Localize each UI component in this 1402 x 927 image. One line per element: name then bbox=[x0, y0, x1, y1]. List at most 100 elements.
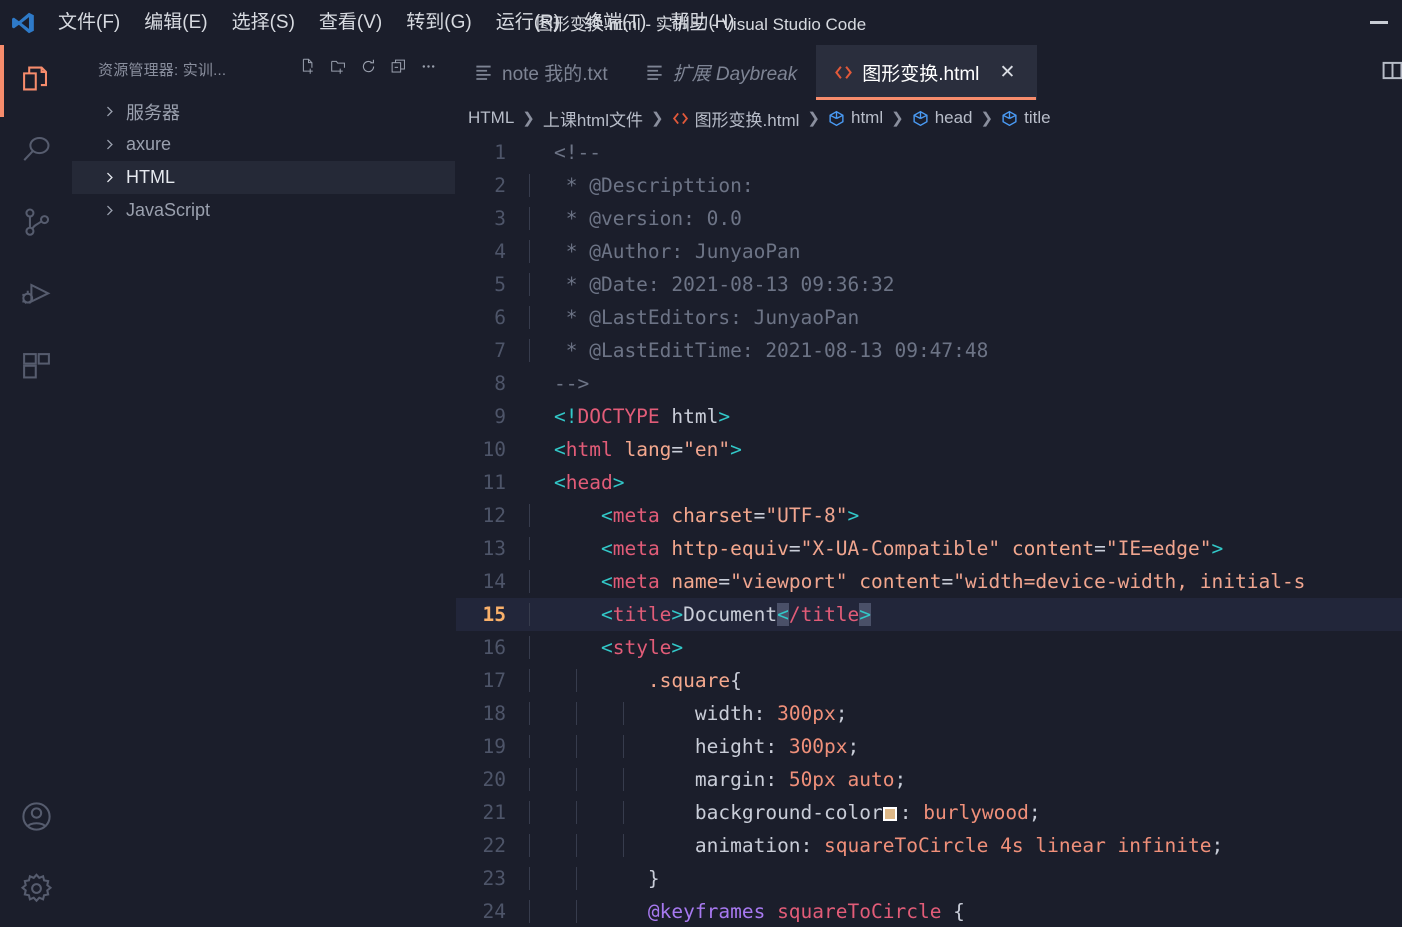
chevron-right-icon bbox=[98, 171, 120, 184]
line-number: 3 bbox=[494, 207, 506, 230]
new-file-icon bbox=[300, 58, 317, 80]
indent-guide bbox=[529, 174, 530, 197]
breadcrumb-item-html[interactable]: HTML bbox=[468, 108, 514, 128]
indent-guide bbox=[529, 240, 530, 263]
code-line[interactable]: 10 <html lang="en"> bbox=[456, 433, 1402, 466]
chevron-right-icon bbox=[98, 204, 120, 217]
code-token: < bbox=[600, 537, 613, 560]
new-file-button[interactable] bbox=[295, 56, 321, 82]
line-number: 23 bbox=[482, 867, 506, 890]
code-token: name bbox=[659, 570, 719, 593]
close-icon[interactable]: ✕ bbox=[996, 62, 1018, 84]
line-number: 10 bbox=[482, 438, 506, 461]
code-line[interactable]: 6 * @LastEditors: JunyaoPan bbox=[456, 301, 1402, 334]
indent-guide bbox=[529, 900, 530, 923]
code-line[interactable]: 1 <!-- bbox=[456, 136, 1402, 169]
tree-item-javascript[interactable]: JavaScript bbox=[72, 194, 455, 227]
indent-guide bbox=[529, 735, 530, 758]
code-line[interactable]: 5 * @Date: 2021-08-13 09:36:32 bbox=[456, 268, 1402, 301]
code-token: height bbox=[694, 735, 766, 758]
menu-help[interactable]: 帮助(H) bbox=[658, 0, 746, 45]
code-editor[interactable]: 1 <!-- 2 * @Descripttion: 3 * @version: 0.… bbox=[456, 136, 1402, 927]
indent-guide bbox=[622, 702, 624, 725]
indent-guide bbox=[529, 537, 530, 560]
refresh-button[interactable] bbox=[355, 56, 381, 82]
code-line[interactable]: 24 @keyframes squareToCircle { bbox=[456, 895, 1402, 927]
collapse-all-icon bbox=[390, 58, 407, 80]
code-token: "X-UA-Compatible" bbox=[800, 537, 1001, 560]
line-number: 8 bbox=[494, 372, 506, 395]
tab-tuxingbianhuan-html[interactable]: 图形变换.html ✕ bbox=[816, 45, 1038, 100]
code-line[interactable]: 13 <meta http-equiv="X-UA-Compatible" co… bbox=[456, 532, 1402, 565]
code-token: = bbox=[941, 570, 954, 593]
code-token: > bbox=[859, 603, 872, 626]
code-token: { bbox=[730, 669, 742, 692]
code-token: html bbox=[659, 405, 719, 428]
code-line-text: * @Descripttion: bbox=[528, 174, 765, 197]
code-line[interactable]: 22 animation: squareToCircle 4s linear i… bbox=[456, 829, 1402, 862]
breadcrumb-item-symbol-title[interactable]: title bbox=[1001, 108, 1051, 128]
code-line[interactable]: 19 height: 300px; bbox=[456, 730, 1402, 763]
code-line[interactable]: 21 background-color: burlywood; bbox=[456, 796, 1402, 829]
line-number: 24 bbox=[482, 900, 506, 923]
code-token: ; bbox=[1028, 801, 1041, 824]
collapse-all-button[interactable] bbox=[385, 56, 411, 82]
code-line[interactable]: 12 <meta charset="UTF-8"> bbox=[456, 499, 1402, 532]
code-line[interactable]: 9 <!DOCTYPE html> bbox=[456, 400, 1402, 433]
tab-extension-daybreak[interactable]: 扩展 Daybreak bbox=[627, 45, 817, 100]
menu-view[interactable]: 查看(V) bbox=[307, 0, 394, 45]
code-line-text: margin: 50px auto; bbox=[528, 768, 906, 791]
breadcrumb-separator: ❯ bbox=[522, 110, 535, 127]
breadcrumb-item-symbol-head[interactable]: head bbox=[912, 108, 973, 128]
code-line[interactable]: 7 * @LastEditTime: 2021-08-13 09:47:48 bbox=[456, 334, 1402, 367]
menu-selection[interactable]: 选择(S) bbox=[220, 0, 307, 45]
menu-file[interactable]: 文件(F) bbox=[46, 0, 132, 45]
code-line[interactable]: 20 margin: 50px auto; bbox=[456, 763, 1402, 796]
code-token: : bbox=[765, 735, 789, 758]
more-actions-button[interactable] bbox=[415, 56, 441, 82]
tree-item-server[interactable]: 服务器 bbox=[72, 95, 455, 128]
code-line[interactable]: 18 width: 300px; bbox=[456, 697, 1402, 730]
split-editor-button[interactable] bbox=[1372, 45, 1402, 100]
symbol-field-icon bbox=[1001, 110, 1018, 127]
chevron-right-icon bbox=[98, 138, 120, 151]
new-folder-button[interactable] bbox=[325, 56, 351, 82]
code-line[interactable]: 17 .square{ bbox=[456, 664, 1402, 697]
breadcrumb-item-symbol-html[interactable]: html bbox=[828, 108, 883, 128]
code-line[interactable]: 23 } bbox=[456, 862, 1402, 895]
tree-item-html[interactable]: HTML bbox=[72, 161, 455, 194]
activity-item-account[interactable] bbox=[0, 783, 72, 855]
code-token: head bbox=[565, 471, 613, 494]
code-token: < bbox=[554, 438, 566, 461]
menu-go[interactable]: 转到(G) bbox=[394, 0, 483, 45]
code-line[interactable]: 8 --> bbox=[456, 367, 1402, 400]
minimize-button[interactable] bbox=[1356, 0, 1402, 45]
activity-item-settings[interactable] bbox=[0, 855, 72, 927]
code-line[interactable]: 3 * @version: 0.0 bbox=[456, 202, 1402, 235]
code-line[interactable]: 15 <title>Document</title> bbox=[456, 598, 1402, 631]
code-token: ; bbox=[894, 768, 907, 791]
code-token: * @Author: JunyaoPan bbox=[554, 240, 801, 263]
activity-item-extensions[interactable] bbox=[0, 333, 72, 405]
breadcrumb-item-file[interactable]: 图形变换.html bbox=[672, 106, 799, 131]
menu-run[interactable]: 运行(R) bbox=[484, 0, 572, 45]
breadcrumb-item-folder[interactable]: 上课html文件 bbox=[543, 106, 643, 131]
html-file-icon bbox=[834, 63, 853, 82]
code-line[interactable]: 14 <meta name="viewport" content="width=… bbox=[456, 565, 1402, 598]
menu-edit[interactable]: 编辑(E) bbox=[132, 0, 219, 45]
tree-item-axure[interactable]: axure bbox=[72, 128, 455, 161]
code-line[interactable]: 2 * @Descripttion: bbox=[456, 169, 1402, 202]
activity-item-search[interactable] bbox=[0, 117, 72, 189]
tab-note[interactable]: note 我的.txt bbox=[456, 45, 627, 100]
menu-terminal[interactable]: 终端(T) bbox=[572, 0, 658, 45]
indent-guide bbox=[529, 207, 530, 230]
code-token: > bbox=[730, 438, 742, 461]
code-line[interactable]: 16 <style> bbox=[456, 631, 1402, 664]
activity-item-explorer[interactable] bbox=[0, 45, 72, 117]
activity-item-run-and-debug[interactable] bbox=[0, 261, 72, 333]
activity-item-source-control[interactable] bbox=[0, 189, 72, 261]
indent-guide bbox=[529, 867, 530, 890]
code-line[interactable]: 4 * @Author: JunyaoPan bbox=[456, 235, 1402, 268]
code-line[interactable]: 11 <head> bbox=[456, 466, 1402, 499]
